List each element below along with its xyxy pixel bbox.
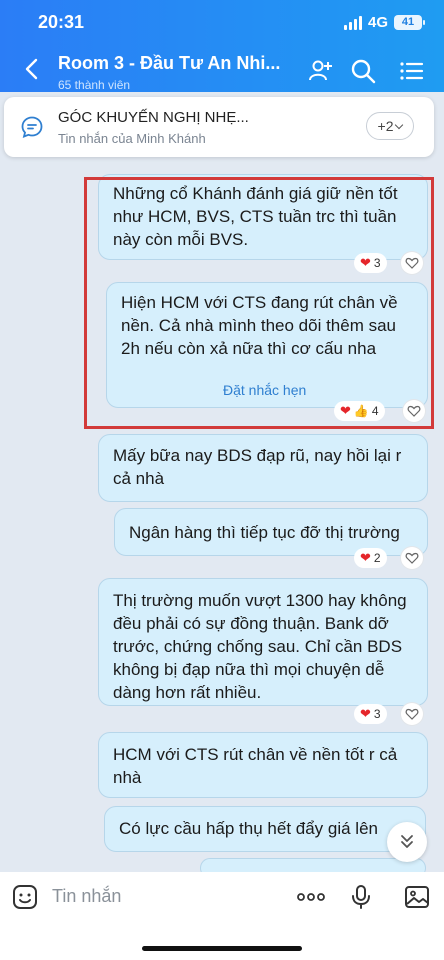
message-bubble[interactable]: Thị trường muốn vượt 1300 hay không đều … (98, 578, 428, 706)
heart-outline-icon (405, 552, 419, 564)
image-icon[interactable] (404, 884, 430, 910)
add-member-icon[interactable] (308, 58, 334, 84)
reaction-summary[interactable]: ❤ 2 (354, 548, 387, 568)
status-time: 20:31 (38, 12, 85, 32)
heart-outline-icon (405, 708, 419, 720)
pinned-more-button[interactable]: +2 (366, 112, 414, 140)
pinned-message-card[interactable]: GÓC KHUYẾN NGHỊ NHẸ... Tin nhắn của Minh… (4, 97, 434, 157)
chevron-down-icon (395, 120, 404, 130)
home-indicator (142, 946, 302, 951)
reaction-count: 3 (373, 707, 381, 721)
highlight-frame (84, 177, 434, 429)
pinned-more-count: +2 (377, 118, 394, 134)
scroll-to-bottom-button[interactable] (387, 822, 427, 862)
chevron-down-double-icon (401, 835, 413, 848)
message-bubble[interactable]: Mấy bữa nay BDS đạp rũ, nay hồi lại r cả… (98, 434, 428, 502)
sticker-smile-icon[interactable] (12, 884, 38, 910)
search-icon[interactable] (350, 58, 376, 84)
message-text: Ngân hàng thì tiếp tục đỡ thị trường (129, 523, 400, 542)
message-input[interactable]: Tin nhắn (52, 886, 121, 907)
message-text: HCM với CTS rút chân về nền tốt r cả nhà (113, 745, 398, 787)
chat-header: 20:31 4G 41 Room 3 - Đầu Tư An Nhi... 65… (0, 0, 444, 92)
room-title[interactable]: Room 3 - Đầu Tư An Nhi... (58, 53, 280, 74)
heart-icon: ❤ (360, 706, 371, 721)
pinned-title: GÓC KHUYẾN NGHỊ NHẸ... (58, 109, 249, 126)
list-menu-icon[interactable] (398, 58, 424, 84)
battery-icon: 41 (394, 15, 425, 30)
reaction-summary[interactable]: ❤ 3 (354, 704, 387, 724)
react-heart-button[interactable] (401, 703, 423, 725)
message-text: Thị trường muốn vượt 1300 hay không đều … (113, 591, 407, 702)
more-dots-icon[interactable] (296, 884, 326, 910)
message-bubble[interactable]: Có lực cầu hấp thụ hết đẩy giá lên (104, 806, 426, 852)
message-text: Có lực cầu hấp thụ hết đẩy giá lên (119, 819, 378, 838)
chevron-left-icon[interactable] (22, 58, 42, 80)
chat-bubble-icon (21, 116, 43, 138)
heart-icon: ❤ (360, 550, 371, 565)
reaction-count: 2 (373, 551, 381, 565)
status-indicators: 4G 41 (343, 14, 425, 31)
network-type: 4G (367, 14, 388, 31)
message-text: Mấy bữa nay BDS đạp rũ, nay hồi lại r cả… (113, 446, 402, 488)
react-heart-button[interactable] (401, 547, 423, 569)
member-count[interactable]: 65 thành viên (58, 78, 130, 92)
signal-icon (343, 15, 362, 30)
message-bubble[interactable]: HCM với CTS rút chân về nền tốt r cả nhà (98, 732, 428, 798)
microphone-icon[interactable] (348, 884, 374, 910)
pinned-subtitle: Tin nhắn của Minh Khánh (58, 131, 206, 146)
